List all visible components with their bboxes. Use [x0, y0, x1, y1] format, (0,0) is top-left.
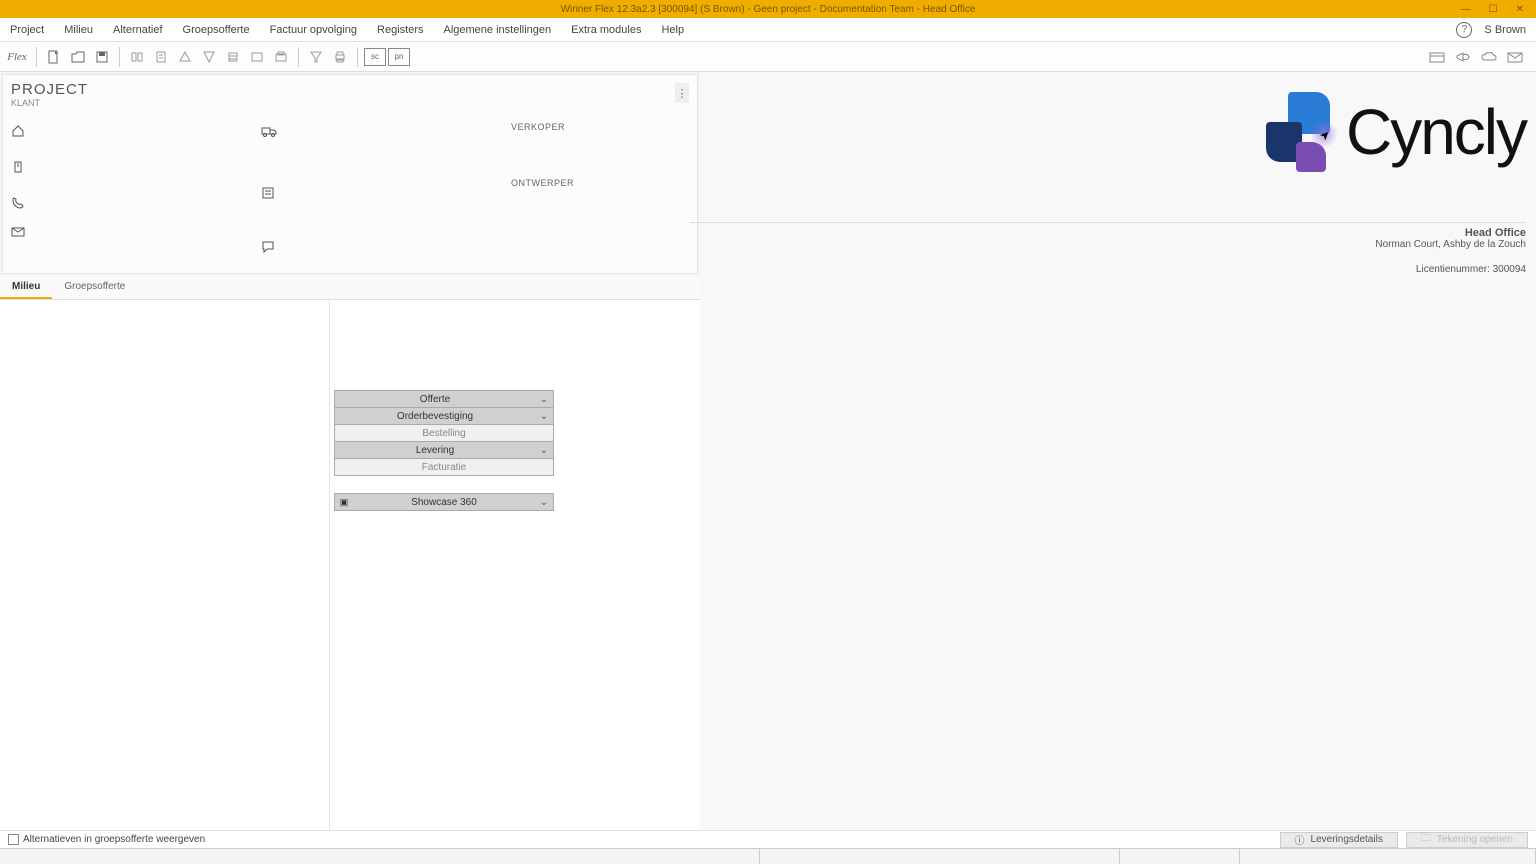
menu-project[interactable]: Project [0, 24, 54, 36]
tool-icon-2[interactable] [150, 46, 172, 68]
dropdown-label: Showcase 360 [353, 497, 535, 508]
tool-icon-5[interactable] [222, 46, 244, 68]
save-icon[interactable] [91, 46, 113, 68]
showcase-icon: ▣ [335, 497, 353, 508]
address-label: Norman Court, Ashby de la Zouch [690, 239, 1526, 250]
window-titlebar: Winner Flex 12.3a2.3 [300094] (S Brown) … [0, 0, 1536, 18]
footer-row: Alternatieven in groepsofferte weergeven… [0, 830, 1536, 848]
separator [36, 47, 37, 67]
project-subtitle: KLANT [3, 98, 697, 116]
dropdown-offerte[interactable]: Offerte ⌄ [334, 390, 554, 408]
help-icon[interactable]: ? [1456, 22, 1472, 38]
chevron-down-icon: ⌄ [535, 394, 553, 405]
folder-icon: 🗀 [1421, 831, 1431, 848]
checkbox-label: Alternatieven in groepsofferte weergeven [23, 834, 205, 845]
tab-milieu[interactable]: Milieu [0, 276, 52, 299]
menu-registers[interactable]: Registers [367, 24, 433, 36]
dropdown-levering[interactable]: Levering ⌄ [334, 441, 554, 459]
dropdown-orderbevestiging[interactable]: Orderbevestiging ⌄ [334, 407, 554, 425]
checkbox[interactable] [8, 834, 19, 845]
chevron-down-icon: ⌄ [535, 497, 553, 508]
menu-milieu[interactable]: Milieu [54, 24, 103, 36]
mail-icon[interactable] [1504, 46, 1526, 68]
building-icon [11, 160, 27, 176]
comment-icon [261, 240, 277, 256]
window-title: Winner Flex 12.3a2.3 [300094] (S Brown) … [561, 4, 976, 15]
pn-button[interactable]: pn [388, 48, 410, 66]
filter-icon[interactable] [305, 46, 327, 68]
maximize-icon[interactable]: ☐ [1489, 4, 1498, 15]
tool-icon-6[interactable] [246, 46, 268, 68]
row-facturatie: Facturatie [334, 458, 554, 476]
license-label: Licentienummer: 300094 [690, 264, 1526, 275]
brand-logo-mark [1266, 92, 1330, 172]
separator [119, 47, 120, 67]
chevron-down-icon: ⌄ [535, 411, 553, 422]
row-label: Facturatie [335, 462, 553, 473]
sc-button[interactable]: sc [364, 48, 386, 66]
megaphone-icon[interactable] [1452, 46, 1474, 68]
more-menu-icon[interactable]: ⋮ [675, 83, 689, 103]
card-icon[interactable] [1426, 46, 1448, 68]
brand-logo-text: Cyncly [1346, 95, 1526, 169]
cloud-icon[interactable] [1478, 46, 1500, 68]
dropdown-label: Offerte [335, 394, 535, 405]
print-icon[interactable] [329, 46, 351, 68]
flex-button[interactable]: Flex [4, 46, 30, 68]
menu-factuur[interactable]: Factuur opvolging [260, 24, 367, 36]
menu-bar: Project Milieu Alternatief Groepsofferte… [0, 18, 1536, 42]
tekening-button: 🗀 Tekening openen [1406, 832, 1528, 848]
tool-icon-3[interactable] [174, 46, 196, 68]
dropdown-label: Levering [335, 445, 535, 456]
status-bar [0, 848, 1536, 864]
leveringsdetails-button[interactable]: ⓘ Leveringsdetails [1280, 832, 1398, 848]
dropdown-showcase[interactable]: ▣ Showcase 360 ⌄ [334, 493, 554, 511]
menu-extramodules[interactable]: Extra modules [561, 24, 651, 36]
side-list [0, 300, 330, 830]
tool-icon-1[interactable] [126, 46, 148, 68]
chevron-down-icon: ⌄ [535, 445, 553, 456]
minimize-icon[interactable]: — [1461, 4, 1471, 15]
menu-help[interactable]: Help [651, 24, 694, 36]
dropdown-label: Orderbevestiging [335, 411, 535, 422]
separator [357, 47, 358, 67]
office-label: Head Office [690, 227, 1526, 239]
delivery-icon [261, 124, 277, 140]
toolbar: Flex sc pn [0, 42, 1536, 72]
row-bestelling: Bestelling [334, 424, 554, 442]
phone-icon [11, 196, 27, 212]
menu-instellingen[interactable]: Algemene instellingen [434, 24, 562, 36]
tabs: Milieu Groepsofferte [0, 276, 700, 300]
close-icon[interactable]: ✕ [1516, 4, 1524, 15]
menu-alternatief[interactable]: Alternatief [103, 24, 173, 36]
tool-icon-7[interactable] [270, 46, 292, 68]
separator [298, 47, 299, 67]
ontwerper-label: ONTWERPER [511, 178, 689, 188]
project-panel: PROJECT KLANT ⋮ VERKOPER ONTWERPER [2, 74, 698, 274]
workarea: Offerte ⌄ Orderbevestiging ⌄ Bestelling … [330, 300, 700, 830]
note-icon [261, 186, 277, 202]
home-icon [11, 124, 27, 140]
new-doc-icon[interactable] [43, 46, 65, 68]
menu-groepsofferte[interactable]: Groepsofferte [173, 24, 260, 36]
tool-icon-4[interactable] [198, 46, 220, 68]
button-label: Leveringsdetails [1311, 834, 1383, 845]
brand-panel: Cyncly Head Office Norman Court, Ashby d… [700, 72, 1536, 830]
verkoper-label: VERKOPER [511, 122, 689, 132]
user-label: S Brown [1484, 24, 1526, 36]
row-label: Bestelling [335, 428, 553, 439]
open-icon[interactable] [67, 46, 89, 68]
project-title: PROJECT [3, 75, 697, 98]
button-label: Tekening openen [1437, 834, 1513, 845]
tab-groepsofferte[interactable]: Groepsofferte [52, 276, 137, 299]
info-icon: ⓘ [1295, 832, 1305, 847]
email-icon [11, 226, 27, 242]
